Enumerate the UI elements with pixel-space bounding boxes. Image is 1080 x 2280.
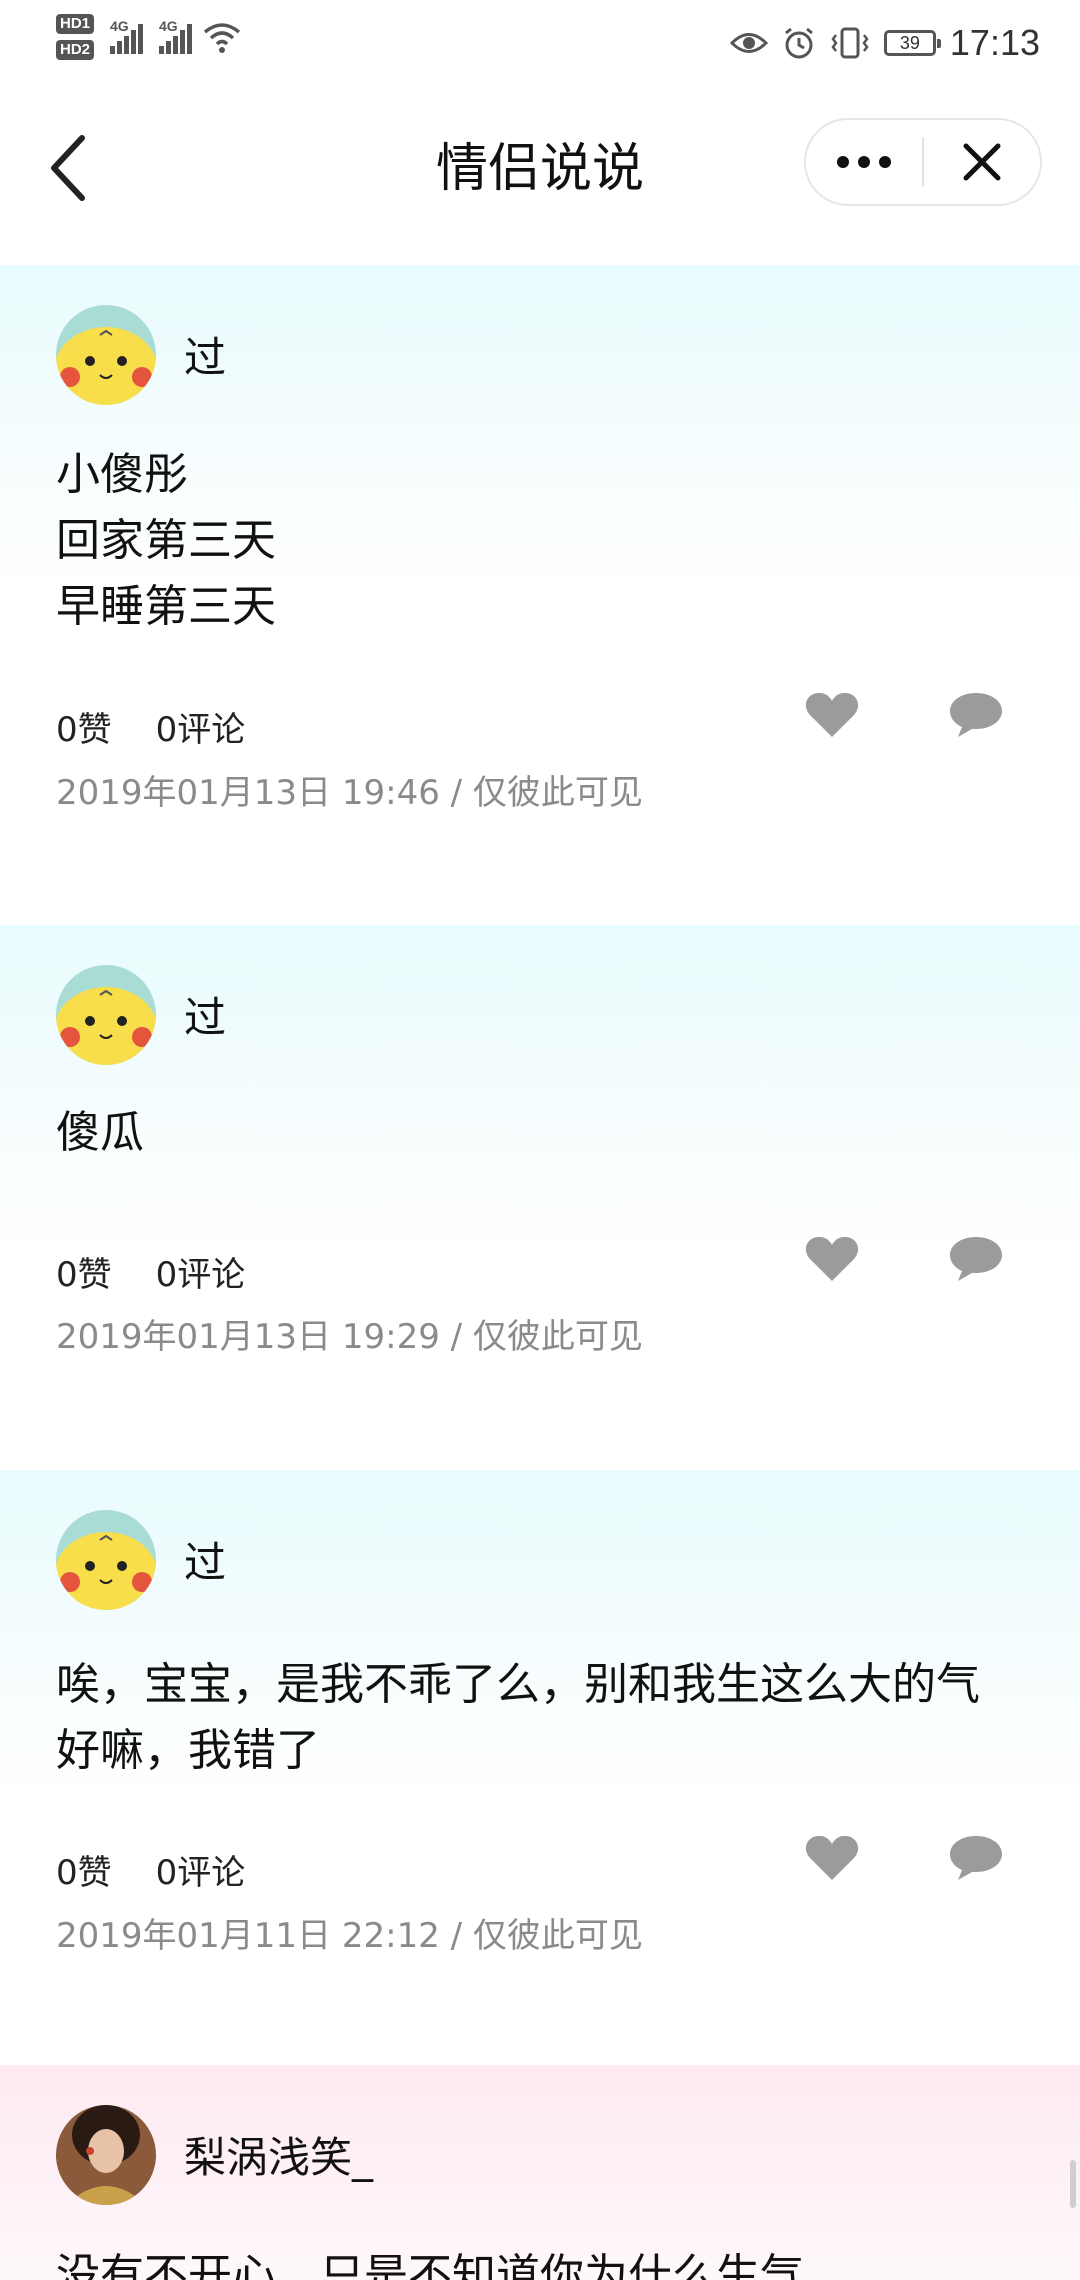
post-content: 傻瓜 — [56, 1107, 144, 1158]
scrollbar-thumb[interactable] — [1070, 2160, 1076, 2208]
more-button[interactable] — [806, 120, 922, 204]
hd2-badge: HD2 — [56, 40, 95, 60]
post-stats: 0赞 0评论 — [56, 1247, 245, 1296]
like-count: 0赞 — [56, 710, 112, 750]
post-stats: 0赞 0评论 — [56, 1845, 245, 1894]
avatar[interactable] — [56, 2105, 156, 2205]
avatar[interactable] — [56, 1510, 156, 1610]
like-count: 0赞 — [56, 1853, 112, 1893]
comment-button[interactable] — [946, 685, 1006, 745]
vibrate-icon — [831, 27, 869, 59]
comment-button[interactable] — [946, 1229, 1006, 1289]
post-meta: 2019年01月13日 19:29 / 仅彼此可见 — [56, 1317, 643, 1357]
post-stats: 0赞 0评论 — [56, 702, 245, 751]
post-card: 过 小傻彤 回家第三天 早睡第三天 0赞 0评论 2019年01月13日 19:… — [0, 265, 1080, 925]
comment-button[interactable] — [946, 1828, 1006, 1888]
comment-bubble-icon — [950, 1237, 1002, 1281]
comment-count: 0评论 — [155, 1853, 246, 1893]
post-card: 梨涡浅笑_ 没有不开心，只是不知道你为什么生气 — [0, 2065, 1080, 2280]
post-meta: 2019年01月13日 19:46 / 仅彼此可见 — [56, 773, 643, 813]
status-bar: HD1 HD2 4G 4G 39 17:13 — [0, 0, 1080, 92]
network-label-1: 4G — [110, 18, 129, 34]
hd1-badge: HD1 — [56, 14, 95, 34]
like-count: 0赞 — [56, 1255, 112, 1295]
like-button[interactable] — [802, 1828, 862, 1888]
network-label-2: 4G — [159, 18, 178, 34]
post-card: 过 傻瓜 0赞 0评论 2019年01月13日 19:29 / 仅彼此可见 — [0, 925, 1080, 1470]
close-button[interactable] — [924, 120, 1040, 204]
comment-count: 0评论 — [155, 710, 246, 750]
pikachu-avatar-icon — [56, 305, 156, 405]
like-button[interactable] — [802, 1229, 862, 1289]
heart-icon — [805, 692, 859, 737]
heart-icon — [805, 1835, 859, 1880]
post-meta: 2019年01月11日 22:12 / 仅彼此可见 — [56, 1916, 643, 1956]
status-right: 39 17:13 — [729, 22, 1040, 64]
title-bar: 情侣说说 — [0, 92, 1080, 262]
post-content: 唉，宝宝，是我不乖了么，别和我生这么大的气好嘛，我错了 — [56, 1659, 980, 1776]
battery-icon: 39 — [883, 30, 941, 56]
mini-program-capsule — [804, 118, 1042, 206]
portrait-avatar-icon — [56, 2105, 156, 2205]
comment-bubble-icon — [950, 693, 1002, 737]
status-time: 17:13 — [949, 22, 1040, 63]
author-name: 过 — [184, 1538, 227, 1587]
signal-icon-2: 4G — [159, 18, 193, 54]
wifi-icon — [203, 23, 241, 53]
like-button[interactable] — [802, 685, 862, 745]
pikachu-avatar-icon — [56, 965, 156, 1065]
avatar[interactable] — [56, 305, 156, 405]
post-content: 小傻彤 回家第三天 早睡第三天 — [56, 449, 276, 632]
more-dots-icon — [837, 156, 891, 168]
close-icon — [963, 143, 1001, 181]
author-name: 过 — [184, 993, 227, 1042]
post-card: 过 唉，宝宝，是我不乖了么，别和我生这么大的气好嘛，我错了 0赞 0评论 201… — [0, 1470, 1080, 2065]
pikachu-avatar-icon — [56, 1510, 156, 1610]
alarm-icon — [784, 27, 813, 59]
eye-icon — [729, 33, 768, 53]
post-content: 没有不开心，只是不知道你为什么生气 — [56, 2250, 804, 2280]
author-name: 梨涡浅笑_ — [184, 2133, 374, 2182]
comment-count: 0评论 — [155, 1255, 246, 1295]
heart-icon — [805, 1236, 859, 1281]
avatar[interactable] — [56, 965, 156, 1065]
signal-icon: 4G — [110, 18, 144, 54]
status-left: HD1 HD2 4G 4G — [56, 14, 242, 60]
comment-bubble-icon — [950, 1836, 1002, 1880]
hd-indicators: HD1 HD2 — [56, 14, 95, 60]
author-name: 过 — [184, 333, 227, 382]
